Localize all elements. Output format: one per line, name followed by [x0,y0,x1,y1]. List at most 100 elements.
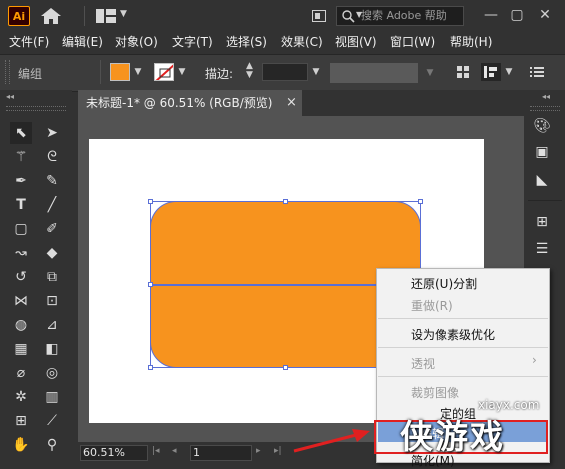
menu-help[interactable]: 帮助(H) [450,33,492,51]
type-tool-icon[interactable]: T [11,195,31,215]
artboard-tool-icon[interactable]: ⊞ [11,411,31,431]
eraser-tool-icon[interactable]: ◆ [42,243,62,263]
document-view-icon[interactable] [312,10,326,22]
menu-view[interactable]: 视图(V) [335,33,377,51]
curvature-tool-icon[interactable]: ✎ [42,171,62,191]
eyedropper-tool-icon[interactable]: ⌀ [11,363,31,383]
gradient-tool-icon[interactable]: ◧ [42,339,62,359]
menu-select[interactable]: 选择(S) [226,33,267,51]
stroke-label: 描边: [205,67,234,81]
title-divider [84,6,85,26]
line-tool-icon[interactable]: ╱ [42,195,62,215]
app-logo: Ai [8,6,30,26]
collapse-panel-icon[interactable]: ◂◂ [6,92,14,101]
panel-menu-icon[interactable] [530,66,544,78]
stroke-color-swatch[interactable] [154,63,174,81]
color-panel-icon[interactable]: 🎨︎ [530,115,554,137]
dock-divider [528,200,562,201]
last-artboard-icon[interactable]: ▸| [274,446,282,456]
menu-separator [378,376,548,377]
menu-edit[interactable]: 编辑(E) [62,33,103,51]
zoom-level-input[interactable]: 60.51% [80,445,148,461]
fill-color-swatch[interactable] [110,63,130,81]
slice-tool-icon[interactable]: ⟋ [42,411,62,431]
swatches-panel-icon[interactable]: ▣ [530,141,554,163]
artboard-number-input[interactable]: 1 [190,445,252,461]
properties-panel-icon[interactable]: ☰ [530,238,554,260]
menu-item-pixel-optimize[interactable]: 设为像素级优化 [411,326,495,343]
menu-item-perspective[interactable]: 透视 [411,355,435,372]
blend-tool-icon[interactable]: ◎ [42,363,62,383]
layers-panel-icon[interactable]: ⊞ [530,211,554,233]
rotate-tool-icon[interactable]: ↺ [11,267,31,287]
menu-item-redo[interactable]: 重做(R) [411,297,453,314]
align-icon[interactable] [481,63,501,81]
home-icon[interactable] [40,7,62,25]
scale-tool-icon[interactable]: ⧉ [42,267,62,287]
resize-handle[interactable] [283,365,288,370]
toolbar-grip[interactable] [6,106,66,111]
document-tab-title: 未标题-1* @ 60.51% (RGB/预览) [86,96,273,110]
panel-grip[interactable] [5,60,10,84]
resize-handle[interactable] [283,199,288,204]
artboard-number: 1 [193,446,200,459]
submenu-arrow-icon: › [532,353,537,367]
next-artboard-icon[interactable]: ▸ [256,446,261,456]
profile-dropdown-icon[interactable]: ▼ [424,64,436,82]
free-transform-tool-icon[interactable]: ⊡ [42,291,62,311]
stroke-weight-input[interactable] [262,63,308,81]
lasso-tool-icon[interactable]: ᘓ [42,147,62,167]
perspective-grid-tool-icon[interactable]: ⊿ [42,315,62,335]
control-divider [100,60,101,84]
mesh-tool-icon[interactable]: ▦ [11,339,31,359]
zoom-value: 60.51% [83,446,125,459]
first-artboard-icon[interactable]: |◂ [152,446,160,456]
rectangle-tool-icon[interactable]: ▢ [11,219,31,239]
menu-file[interactable]: 文件(F) [9,33,49,51]
stroke-stepper[interactable]: ▲ ▼ [246,62,253,80]
menu-item-undo-divide[interactable]: 还原(U)分割 [411,275,477,292]
shape-builder-tool-icon[interactable]: ◍ [11,315,31,335]
resize-handle[interactable] [148,282,153,287]
fill-dropdown-icon[interactable]: ▼ [132,63,144,81]
menu-separator [378,318,548,319]
menu-window[interactable]: 窗口(W) [390,33,435,51]
search-dropdown-icon[interactable]: ▼ [356,10,362,19]
paintbrush-tool-icon[interactable]: ✐ [42,219,62,239]
menu-separator [378,347,548,348]
hand-tool-icon[interactable]: ✋ [11,435,31,455]
align-dropdown-icon[interactable]: ▼ [503,63,515,81]
pen-tool-icon[interactable]: ✒ [11,171,31,191]
magic-wand-tool-icon[interactable]: ⚚ [11,147,31,167]
chevron-down-icon[interactable]: ▼ [120,9,127,19]
grid-icon[interactable] [457,66,469,78]
resize-handle[interactable] [148,199,153,204]
dock-grip[interactable] [530,106,560,111]
stroke-weight-dropdown-icon[interactable]: ▼ [310,63,322,81]
collapse-dock-icon[interactable]: ◂◂ [542,92,550,101]
selection-tool-icon[interactable]: ⬉ [11,123,31,143]
zoom-tool-icon[interactable]: ⚲ [42,435,62,455]
width-tool-icon[interactable]: ⋈ [11,291,31,311]
menu-type[interactable]: 文字(T) [172,33,213,51]
shaper-tool-icon[interactable]: ↝ [11,243,31,263]
close-tab-icon[interactable]: × [286,95,297,110]
direct-selection-tool-icon[interactable]: ➤ [42,123,62,143]
column-graph-tool-icon[interactable]: ▥ [42,387,62,407]
minimize-icon[interactable]: — [481,6,501,24]
maximize-icon[interactable]: ▢ [507,6,527,24]
gradient-panel-icon[interactable]: ◣ [530,169,554,191]
no-stroke-icon [155,64,173,80]
previous-artboard-icon[interactable]: ◂ [172,446,177,456]
menu-object[interactable]: 对象(O) [115,33,158,51]
workspace-layout-icon[interactable] [96,9,116,23]
stroke-dropdown-icon[interactable]: ▼ [176,63,188,81]
menu-item-crop-image[interactable]: 裁剪图像 [411,384,459,401]
symbol-sprayer-tool-icon[interactable]: ✲ [11,387,31,407]
close-window-icon[interactable]: ✕ [535,6,555,24]
document-tab[interactable]: 未标题-1* @ 60.51% (RGB/预览) [78,90,302,116]
resize-handle[interactable] [418,199,423,204]
resize-handle[interactable] [148,365,153,370]
menu-effect[interactable]: 效果(C) [281,33,323,51]
variable-width-profile[interactable] [330,63,418,83]
